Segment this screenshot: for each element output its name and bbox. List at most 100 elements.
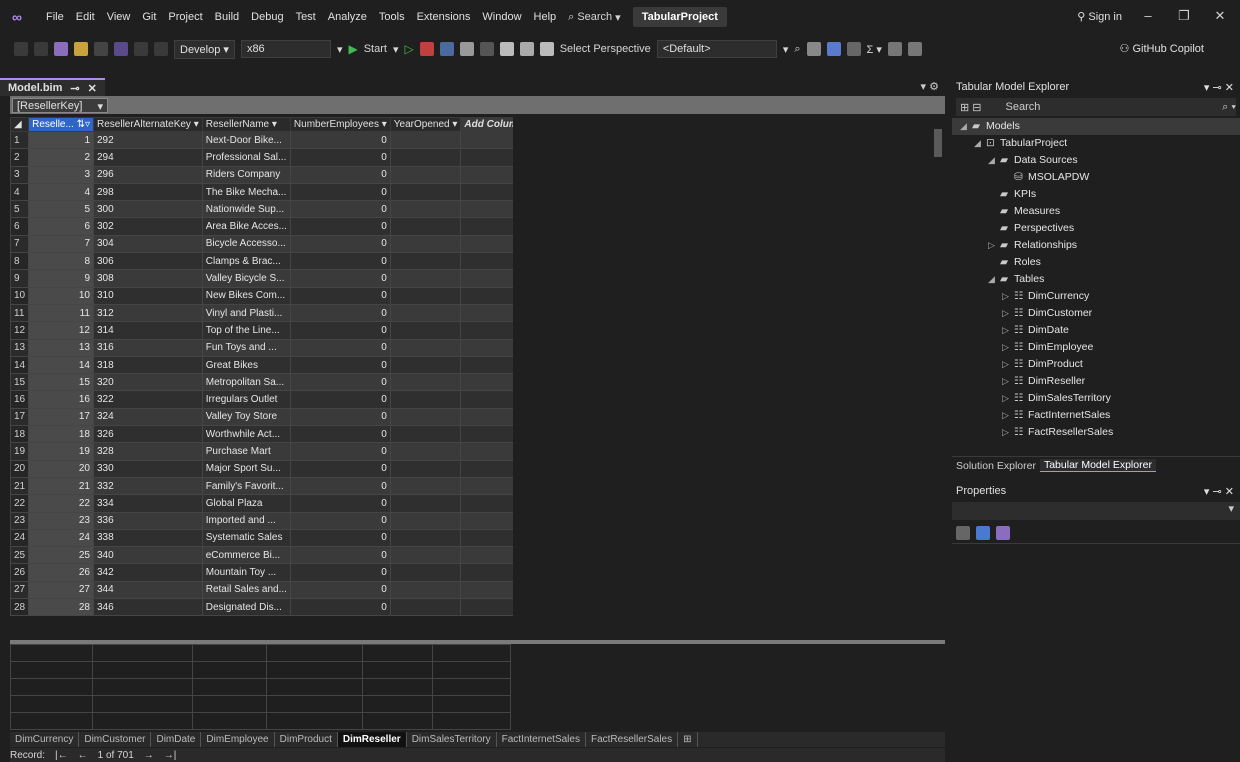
cell-reseller-alternate-key[interactable]: 296	[93, 165, 203, 184]
measure-cell[interactable]	[192, 712, 267, 730]
property-pages-icon[interactable]	[996, 525, 1010, 540]
table-tab-factresellersales[interactable]: FactResellerSales	[586, 732, 679, 747]
perspective-icon[interactable]	[539, 42, 554, 56]
cell-reseller-key[interactable]: 28	[28, 598, 94, 617]
cell-add-column[interactable]	[460, 355, 513, 375]
measure-cell[interactable]	[266, 695, 363, 713]
cell-reseller-key[interactable]: 9	[28, 269, 94, 288]
cell-reseller-alternate-key[interactable]: 338	[93, 528, 203, 548]
pin-icon[interactable]: ⊸	[70, 82, 79, 95]
cell-year-opened[interactable]	[389, 598, 462, 617]
first-record-icon[interactable]: |←	[55, 750, 68, 761]
column-header-reseller-key[interactable]: Reselle... ⇅▿	[28, 117, 94, 132]
cell-number-employees[interactable]: 0	[289, 182, 391, 202]
column-header-reseller-name[interactable]: ResellerName ▾	[201, 117, 291, 132]
measure-cell[interactable]	[362, 695, 433, 713]
model-view-icon[interactable]	[439, 42, 454, 56]
cell-reseller-name[interactable]: Professional Sal...	[201, 148, 291, 167]
explorer-search-input[interactable]: ⊞ ⊟ Search ⌕ ▾	[956, 98, 1236, 116]
cell-number-employees[interactable]: 0	[289, 373, 391, 392]
cell-year-opened[interactable]	[389, 511, 462, 530]
cell-number-employees[interactable]: 0	[289, 303, 391, 323]
search-menu[interactable]: ⌕ Search ▾	[562, 11, 627, 24]
cell-reseller-alternate-key[interactable]: 346	[93, 598, 203, 617]
expand-arrow-icon[interactable]: ◢	[988, 271, 1000, 288]
measure-cell[interactable]	[266, 661, 363, 679]
search-toolbar-icon[interactable]: ⌕	[794, 43, 800, 56]
measure-cell[interactable]	[10, 644, 93, 662]
menu-analyze[interactable]: Analyze	[322, 11, 373, 23]
cell-reseller-alternate-key[interactable]: 344	[93, 580, 203, 600]
cell-reseller-alternate-key[interactable]: 292	[93, 130, 203, 150]
cell-number-employees[interactable]: 0	[289, 546, 391, 565]
table-tab-dimcustomer[interactable]: DimCustomer	[79, 732, 152, 747]
measure-cell[interactable]	[432, 661, 511, 679]
cell-year-opened[interactable]	[389, 442, 462, 461]
cell-reseller-name[interactable]: Imported and ...	[201, 511, 291, 530]
properties-object-dropdown[interactable]: ▾	[952, 502, 1240, 520]
cell-reseller-key[interactable]: 24	[28, 528, 94, 548]
cell-number-employees[interactable]: 0	[289, 528, 391, 548]
scroll-thumb[interactable]	[934, 129, 942, 157]
cell-year-opened[interactable]	[389, 546, 462, 565]
tree-item-msolapdw[interactable]: ⛁ MSOLAPDW	[952, 169, 1240, 186]
cell-number-employees[interactable]: 0	[289, 252, 391, 271]
cell-reseller-name[interactable]: Top of the Line...	[201, 321, 291, 340]
cell-add-column[interactable]	[460, 598, 513, 617]
cell-reseller-name[interactable]: Nationwide Sup...	[201, 200, 291, 219]
cell-reseller-alternate-key[interactable]: 306	[93, 252, 203, 271]
tree-item-dimdate[interactable]: ▷ ☷ DimDate	[952, 322, 1240, 339]
back-icon[interactable]	[14, 42, 28, 56]
cell-year-opened[interactable]	[389, 373, 462, 392]
cell-year-opened[interactable]	[389, 563, 462, 582]
menu-edit[interactable]: Edit	[70, 11, 101, 23]
cell-reseller-name[interactable]: Valley Bicycle S...	[201, 269, 291, 288]
table-tab-dimcurrency[interactable]: DimCurrency	[10, 732, 80, 747]
cell-add-column[interactable]	[460, 182, 513, 202]
tree-item-factresellersales[interactable]: ▷ ☷ FactResellerSales	[952, 424, 1240, 441]
column-header-number-employees[interactable]: NumberEmployees ▾	[289, 117, 391, 132]
cell-reseller-key[interactable]: 12	[28, 321, 94, 340]
measure-cell[interactable]	[10, 712, 93, 730]
cell-reseller-key[interactable]: 18	[28, 425, 94, 444]
cell-number-employees[interactable]: 0	[289, 563, 391, 582]
cell-reseller-key[interactable]: 23	[28, 511, 94, 530]
cell-add-column[interactable]	[460, 442, 513, 461]
expand-arrow-icon[interactable]: ◢	[988, 152, 1000, 169]
cell-reseller-key[interactable]: 8	[28, 252, 94, 271]
cell-add-column[interactable]	[460, 580, 513, 600]
expand-arrow-icon[interactable]: ▷	[1002, 322, 1014, 339]
expand-arrow-icon[interactable]: ▷	[1002, 356, 1014, 373]
cell-add-column[interactable]	[460, 459, 513, 478]
cell-reseller-name[interactable]: Purchase Mart	[201, 442, 291, 461]
expand-arrow-icon[interactable]: ▷	[1002, 288, 1014, 305]
measure-cell[interactable]	[192, 695, 267, 713]
cell-year-opened[interactable]	[389, 130, 462, 150]
measure-cell[interactable]	[92, 661, 193, 679]
cell-reseller-alternate-key[interactable]: 328	[93, 442, 203, 461]
tree-item-factinternetsales[interactable]: ▷ ☷ FactInternetSales	[952, 407, 1240, 424]
cell-year-opened[interactable]	[389, 321, 462, 340]
grid-vertical-scrollbar[interactable]	[931, 117, 945, 637]
cell-reseller-name[interactable]: New Bikes Com...	[201, 286, 291, 305]
cell-reseller-alternate-key[interactable]: 320	[93, 373, 203, 392]
cell-reseller-alternate-key[interactable]: 334	[93, 494, 203, 513]
cell-reseller-key[interactable]: 3	[28, 165, 94, 184]
cell-reseller-name[interactable]: Vinyl and Plasti...	[201, 303, 291, 323]
cell-year-opened[interactable]	[389, 459, 462, 478]
cell-reseller-alternate-key[interactable]: 322	[93, 390, 203, 409]
expand-arrow-icon[interactable]: ▷	[1002, 424, 1014, 441]
cell-add-column[interactable]	[460, 252, 513, 271]
cell-number-employees[interactable]: 0	[289, 459, 391, 478]
measure-cell[interactable]	[10, 678, 93, 696]
cell-add-column[interactable]	[460, 234, 513, 254]
cell-reseller-key[interactable]: 21	[28, 476, 94, 496]
github-copilot-button[interactable]: ⚇ GitHub Copilot	[1120, 42, 1204, 55]
cell-reseller-alternate-key[interactable]: 312	[93, 303, 203, 323]
last-record-icon[interactable]: →|	[164, 750, 177, 761]
cell-year-opened[interactable]	[389, 217, 462, 236]
measure-cell[interactable]	[192, 644, 267, 662]
measure-cell[interactable]	[266, 712, 363, 730]
minimize-button[interactable]: –	[1138, 8, 1158, 23]
cell-year-opened[interactable]	[389, 425, 462, 444]
